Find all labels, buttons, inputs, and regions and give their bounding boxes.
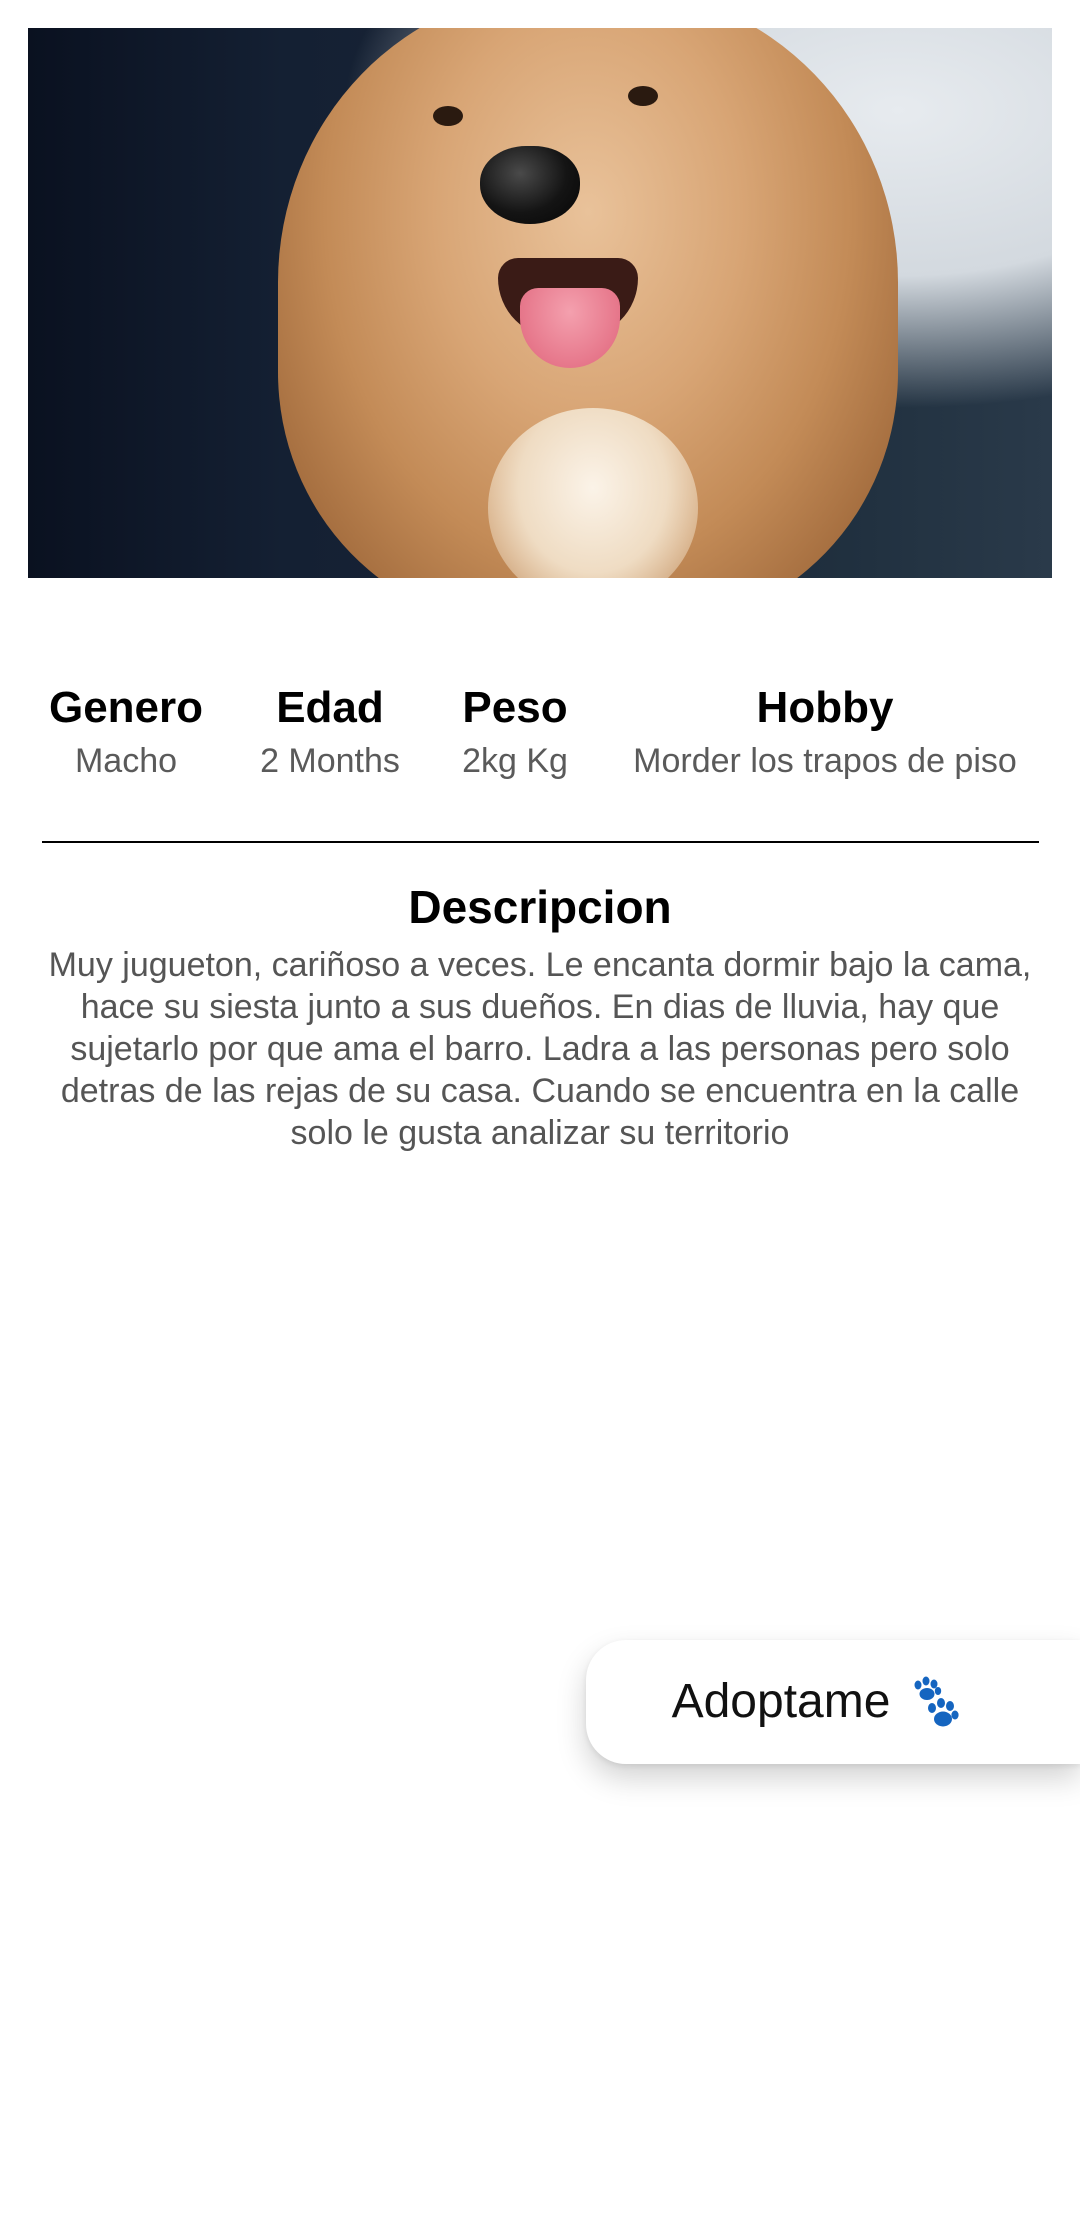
info-edad: Edad 2 Months <box>245 678 415 784</box>
info-title: Hobby <box>756 683 894 732</box>
pet-photo <box>28 28 1052 578</box>
dog-eye-left <box>433 106 463 126</box>
info-genero: Genero Macho <box>36 678 216 784</box>
info-peso: Peso 2kg Kg <box>445 678 585 784</box>
info-title: Edad <box>276 683 384 732</box>
description-text: Muy jugueton, cariñoso a veces. Le encan… <box>48 946 1032 1152</box>
adopt-button-label: Adoptame <box>671 1675 891 1728</box>
dog-nose <box>480 146 580 224</box>
info-title: Genero <box>48 683 204 732</box>
info-value: Macho <box>74 742 178 780</box>
section-divider <box>42 841 1039 843</box>
info-hobby: Hobby Morder los trapos de piso <box>615 678 1035 784</box>
description-title: Descripcion <box>408 881 672 933</box>
dog-eye-right <box>628 86 658 106</box>
info-value: Morder los trapos de piso <box>633 742 1017 780</box>
adopt-button[interactable]: Adoptame <box>586 1640 1080 1764</box>
paw-prints-icon <box>904 1676 964 1732</box>
info-title: Peso <box>462 683 568 732</box>
info-value: 2 Months <box>260 742 400 780</box>
info-value: 2kg Kg <box>462 742 568 780</box>
pet-info-row: Genero Macho Edad 2 Months Peso 2kg Kg H… <box>0 678 1080 788</box>
